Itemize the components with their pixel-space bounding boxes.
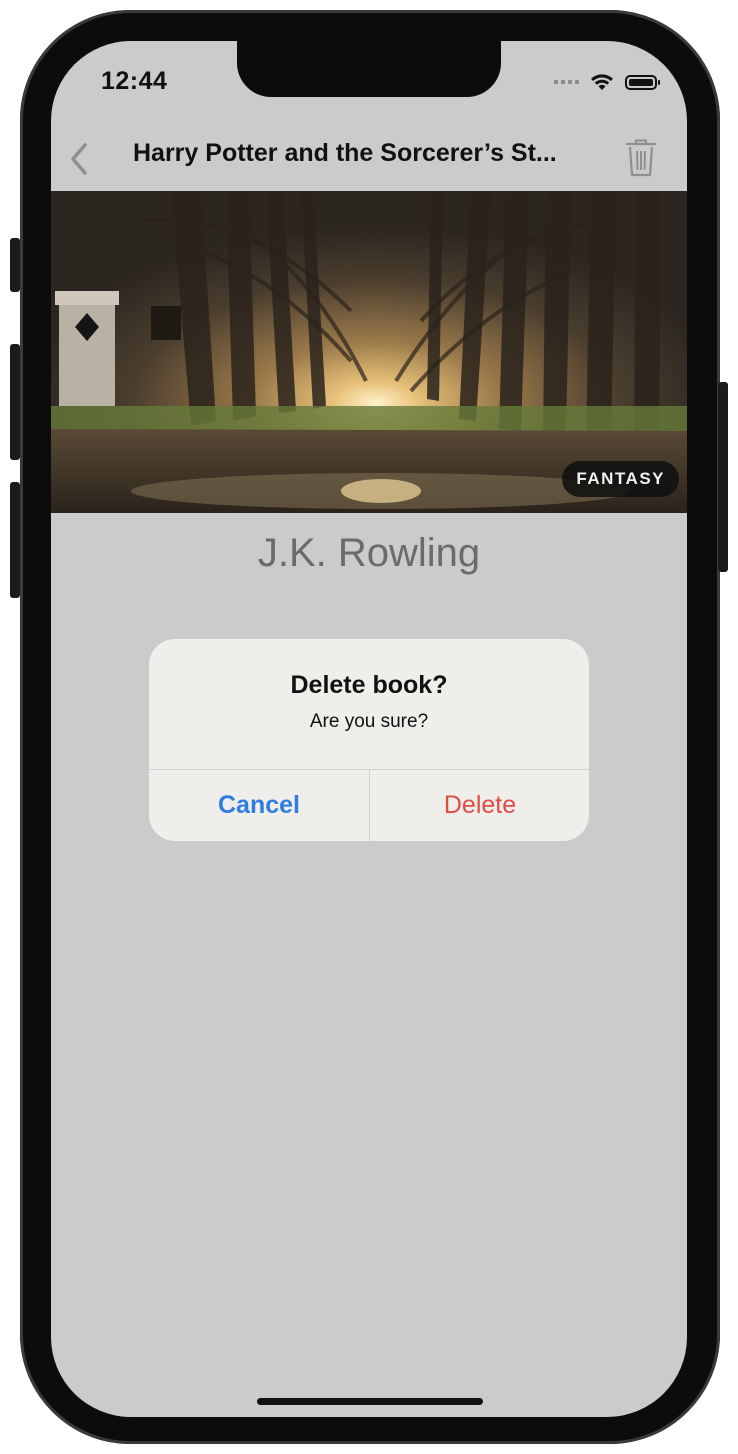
author-name: J.K. Rowling	[257, 531, 481, 575]
alert-title: Delete book?	[290, 671, 448, 699]
delete-book-button[interactable]	[623, 135, 659, 181]
power-button	[718, 382, 728, 572]
silent-switch	[10, 238, 20, 292]
book-cover-image: FANTASY	[51, 191, 687, 513]
status-icons	[554, 69, 660, 95]
notch	[237, 41, 501, 97]
navigation-bar: Harry Potter and the Sorcerer’s St...	[51, 131, 687, 187]
genre-badge: FANTASY	[562, 461, 679, 497]
delete-button[interactable]: Delete	[370, 770, 589, 841]
delete-confirmation-alert: Delete book? Are you sure? Cancel Delete	[149, 639, 589, 841]
cellular-signal-icon	[554, 80, 579, 84]
volume-down-button	[10, 482, 20, 598]
volume-up-button	[10, 344, 20, 460]
cancel-button[interactable]: Cancel	[149, 770, 369, 841]
alert-message: Are you sure?	[309, 711, 429, 732]
chevron-left-icon	[71, 143, 87, 175]
page-title: Harry Potter and the Sorcerer’s St...	[133, 139, 557, 167]
home-indicator[interactable]	[257, 1398, 483, 1405]
screen: 12:44 Harry Potter and the Sorcerer’s St…	[51, 41, 687, 1417]
back-button[interactable]	[61, 137, 97, 181]
trash-icon	[625, 139, 657, 177]
battery-icon	[625, 74, 660, 90]
wifi-icon	[591, 74, 613, 90]
status-time: 12:44	[101, 67, 168, 95]
